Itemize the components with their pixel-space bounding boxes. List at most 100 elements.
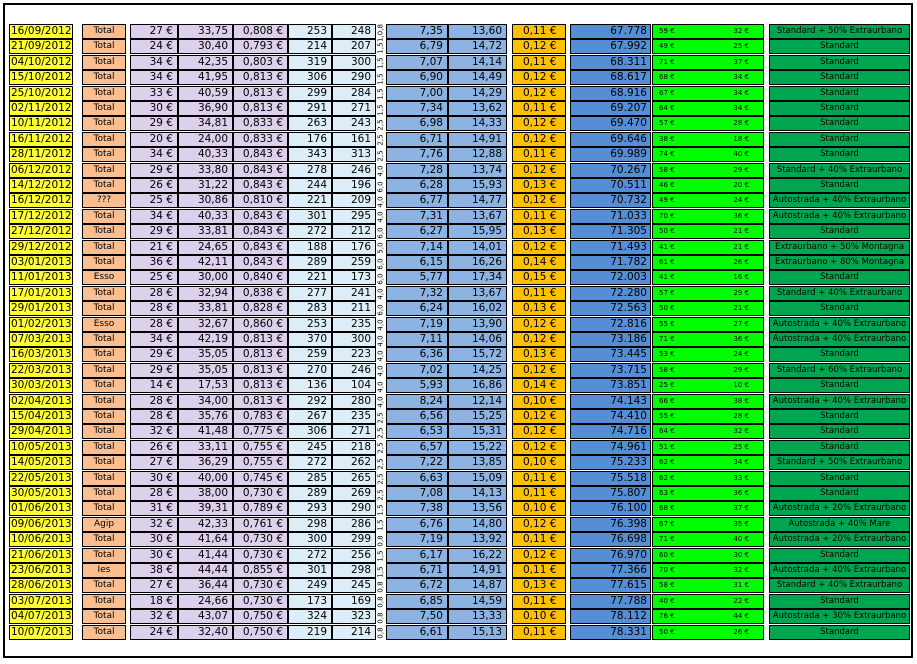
cell-eur: 28 €: [130, 285, 178, 301]
cell-km1: 253: [288, 316, 332, 332]
cell-eur: 34 €: [130, 332, 178, 347]
cell-km1: 278: [288, 162, 332, 178]
cell-station: Total: [82, 378, 126, 394]
cell-km2: 196: [332, 178, 376, 193]
cell-km1: 370: [288, 332, 332, 347]
ratio-label-text: 4,0: [376, 165, 384, 177]
cell-savings: 70 € 36 €: [652, 208, 764, 224]
ratio-label-text: 2,5: [376, 134, 384, 146]
cell-liters: 38,00: [178, 486, 233, 501]
cell-liters: 30,00: [178, 270, 233, 286]
cell-km1: 245: [288, 439, 332, 455]
cell-type: Standard: [769, 301, 910, 317]
cell-station: Total: [82, 470, 126, 486]
cell-cost: 0,11 €: [512, 563, 566, 578]
cell-price: 0,775 €: [233, 424, 288, 440]
cell-c2: 14,01: [448, 239, 507, 255]
cell-savings-2: 32 €: [733, 566, 749, 574]
table-row: 21/09/2012 Total 24 €30,40 0,793 €214 207 6,7…: [9, 39, 914, 55]
cell-savings: 51 € 25 €: [652, 439, 764, 455]
table-row: 14/05/2013 Total 27 €36,29 0,755 €272 262 7,2…: [9, 455, 914, 471]
cell-cost: 0,11 €: [512, 593, 566, 609]
cell-cost: 0,12 €: [512, 39, 566, 55]
cell-price: 0,813 €: [233, 101, 288, 116]
cell-type: Standard + 40% Extraurbano: [769, 162, 910, 178]
table-row: 04/10/2012 Total 34 €42,35 0,803 €319 300 7,0…: [9, 54, 914, 71]
cell-date: 27/12/2012: [9, 224, 73, 240]
cell-date: 17/12/2012: [9, 208, 73, 224]
cell-eur: 29 €: [130, 116, 178, 132]
cell-c2: 14,80: [448, 516, 507, 532]
cell-km2: 271: [332, 424, 376, 440]
cell-km1: 293: [288, 501, 332, 517]
cell-odo: 74.143: [570, 393, 651, 409]
cell-odo: 72.280: [570, 285, 651, 301]
cell-savings-1: 60 €: [659, 550, 675, 559]
cell-savings: 50 € 21 €: [652, 301, 764, 317]
cell-eur: 34 €: [130, 147, 178, 163]
ratio-label: 4,0: [375, 318, 386, 333]
table-row: 03/07/2013 Total 18 €24,66 0,730 €173 169 6,8…: [9, 593, 914, 610]
cell-eur: 32 €: [130, 516, 178, 532]
cell-odo: 70.732: [570, 193, 651, 209]
cell-savings-2: 29 €: [733, 288, 749, 297]
cell-savings-1: 71 €: [659, 57, 675, 66]
ratio-label: 1,5: [375, 71, 386, 86]
ratio-label: 4,0: [375, 348, 386, 363]
cell-savings: 55 € 27 €: [652, 316, 764, 332]
cell-savings-1: 49 €: [659, 42, 675, 51]
cell-price: 0,833 €: [233, 131, 288, 147]
cell-odo: 68.916: [570, 85, 651, 101]
cell-price: 0,793 €: [233, 39, 288, 55]
cell-savings-2: 34 €: [733, 88, 749, 97]
table-row: 29/04/2013 Total 32 €41,48 0,775 €306 271 6,5…: [9, 424, 914, 440]
cell-km1: 301: [288, 563, 332, 578]
cell-eur: 29 €: [130, 347, 178, 363]
cell-savings-1: 67 €: [659, 519, 675, 528]
cell-eur: 14 €: [130, 378, 178, 394]
cell-savings: 46 € 20 €: [652, 178, 764, 193]
cell-eur: 36 €: [130, 255, 178, 270]
cell-odo: 69.646: [570, 131, 651, 147]
cell-liters: 41,44: [178, 547, 233, 563]
cell-eur: 34 €: [130, 70, 178, 86]
cell-savings-2: 30 €: [733, 550, 749, 559]
cell-km1: 188: [288, 239, 332, 255]
cell-station: Total: [82, 455, 126, 471]
cell-km2: 212: [332, 224, 376, 240]
cell-km1: 270: [288, 362, 332, 378]
cell-savings-2: 10 €: [733, 381, 749, 390]
ratio-label: 6,0: [375, 271, 386, 286]
cell-savings-1: 25 €: [659, 381, 675, 390]
cell-savings-1: 63 €: [659, 489, 675, 497]
cell-km2: 256: [332, 547, 376, 563]
cell-type: Autostrada + 20% Extraurbano: [769, 532, 910, 548]
ratio-label-text: 1,5: [376, 565, 384, 578]
cell-station: ???: [82, 193, 126, 209]
cell-km2: 271: [332, 101, 376, 116]
cell-cost: 0,12 €: [512, 70, 566, 86]
cell-type: Standard + 40% Extraurbano: [769, 578, 910, 594]
cell-odo: 74.716: [570, 424, 651, 440]
cell-savings-1: 57 €: [659, 288, 675, 297]
cell-price: 0,750 €: [233, 609, 288, 625]
ratio-label-text: 2,5: [376, 473, 384, 485]
cell-savings: 40 € 22 €: [652, 593, 764, 609]
cell-c2: 17,34: [448, 270, 507, 286]
cell-c1: 6,71: [386, 563, 448, 578]
cell-cost: 0,11 €: [512, 147, 566, 163]
table-row: 29/12/2012 Total 21 €24,65 0,843 €188 176 7,1…: [9, 239, 914, 256]
cell-odo: 76.698: [570, 532, 651, 548]
cell-type: Autostrada + 40% Extraurbano: [769, 393, 910, 409]
cell-savings-1: 58 €: [659, 365, 675, 374]
cell-c1: 6,90: [386, 70, 448, 86]
cell-type: Standard: [769, 54, 910, 70]
cell-odo: 77.366: [570, 563, 651, 578]
cell-savings: 67 € 34 €: [652, 85, 764, 101]
cell-c2: 16,86: [448, 378, 507, 394]
ratio-label: 2,5: [375, 133, 386, 148]
table-row: 15/10/2012 Total 34 €41,95 0,813 €306 290 6,9…: [9, 70, 914, 86]
cell-cost: 0,12 €: [512, 162, 566, 178]
cell-savings-1: 50 €: [659, 227, 675, 236]
cell-c2: 16,26: [448, 255, 507, 270]
